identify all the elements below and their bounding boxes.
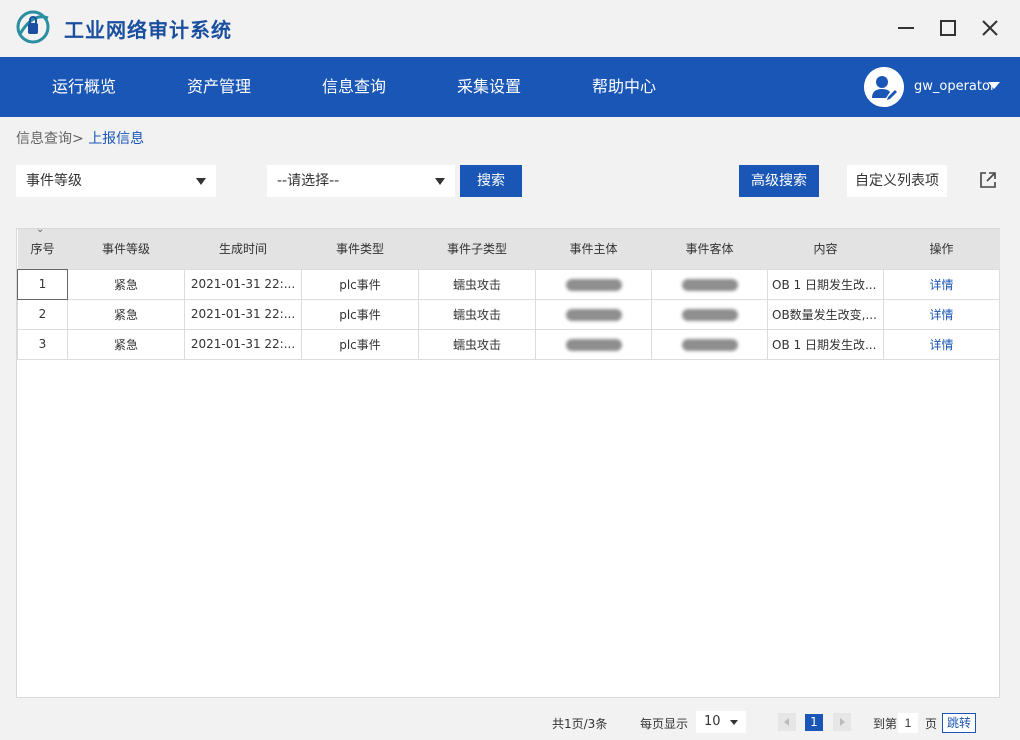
jump-button[interactable]: 跳转 bbox=[942, 713, 976, 733]
redacted-subject bbox=[565, 308, 622, 321]
redacted-subject bbox=[565, 278, 622, 291]
filter-field-select[interactable]: 事件等级 bbox=[16, 165, 216, 197]
cell-index: 2 bbox=[17, 298, 68, 330]
cell-object bbox=[651, 298, 768, 330]
chevron-down-icon bbox=[196, 178, 206, 185]
redacted-object bbox=[681, 338, 738, 351]
cell-content: OB 1 日期发生改... bbox=[767, 268, 884, 300]
main-nav: 运行概览 资产管理 信息查询 采集设置 帮助中心 gw_operator bbox=[0, 57, 1020, 117]
cell-subject bbox=[535, 298, 652, 330]
advanced-search-button[interactable]: 高级搜索 bbox=[739, 165, 819, 197]
cell-index: 3 bbox=[17, 328, 68, 360]
goto-label: 到第 bbox=[873, 717, 898, 731]
cell-action: 详情 bbox=[883, 298, 1000, 330]
current-page-button[interactable]: 1 bbox=[805, 714, 823, 731]
col-header-level[interactable]: 事件等级 bbox=[67, 229, 185, 269]
chevron-down-icon bbox=[730, 720, 738, 725]
col-header-content[interactable]: 内容 bbox=[767, 229, 884, 269]
cell-content: OB 1 日期发生改... bbox=[767, 328, 884, 360]
cell-subject bbox=[535, 328, 652, 360]
filter-value-text: --请选择-- bbox=[277, 173, 340, 189]
prev-page-button[interactable] bbox=[778, 713, 796, 731]
filter-value-select[interactable]: --请选择-- bbox=[267, 165, 455, 197]
cell-content: OB数量发生改变,... bbox=[767, 298, 884, 330]
cell-level: 紧急 bbox=[67, 268, 185, 300]
custom-columns-button[interactable]: 自定义列表项 bbox=[847, 165, 947, 197]
col-header-subject[interactable]: 事件主体 bbox=[535, 229, 652, 269]
app-logo-icon bbox=[16, 10, 50, 44]
goto-page-input[interactable] bbox=[898, 713, 918, 733]
breadcrumb-parent[interactable]: 信息查询> bbox=[16, 131, 84, 147]
user-avatar-icon[interactable] bbox=[864, 67, 904, 107]
cell-type: plc事件 bbox=[301, 328, 419, 360]
cell-subtype: 蠕虫攻击 bbox=[418, 328, 536, 360]
cell-level: 紧急 bbox=[67, 328, 185, 360]
username[interactable]: gw_operator bbox=[914, 57, 995, 117]
chevron-down-icon bbox=[435, 178, 445, 185]
col-header-type[interactable]: 事件类型 bbox=[301, 229, 419, 269]
cell-level: 紧急 bbox=[67, 298, 185, 330]
cell-index: 1 bbox=[17, 268, 68, 300]
nav-item-help[interactable]: 帮助中心 bbox=[592, 57, 656, 117]
cell-object bbox=[651, 328, 768, 360]
col-header-object[interactable]: 事件客体 bbox=[651, 229, 768, 269]
export-icon[interactable] bbox=[976, 168, 1000, 192]
cell-object bbox=[651, 268, 768, 300]
cell-action: 详情 bbox=[883, 268, 1000, 300]
chevron-down-icon[interactable] bbox=[988, 82, 1000, 89]
title-bar: 工业网络审计系统 bbox=[0, 0, 1020, 57]
nav-item-collection[interactable]: 采集设置 bbox=[457, 57, 521, 117]
table-header-row: 序号 事件等级 生成时间 事件类型 事件子类型 事件主体 事件客体 内容 操作 bbox=[17, 229, 1000, 269]
pagination-summary: 共1页/3条 bbox=[552, 717, 608, 731]
table-row[interactable]: 3 紧急 2021-01-31 22:... plc事件 蠕虫攻击 OB 1 日… bbox=[17, 328, 1000, 360]
search-button[interactable]: 搜索 bbox=[460, 165, 522, 197]
nav-item-assets[interactable]: 资产管理 bbox=[187, 57, 251, 117]
col-header-action: 操作 bbox=[883, 229, 1000, 269]
table-row[interactable]: 1 紧急 2021-01-31 22:... plc事件 蠕虫攻击 OB 1 日… bbox=[17, 268, 1000, 300]
cell-time: 2021-01-31 22:... bbox=[184, 328, 302, 360]
redacted-object bbox=[681, 308, 738, 321]
per-page-value: 10 bbox=[704, 714, 721, 729]
maximize-icon[interactable] bbox=[934, 14, 962, 42]
cell-time: 2021-01-31 22:... bbox=[184, 298, 302, 330]
breadcrumb: 信息查询> 上报信息 bbox=[16, 128, 144, 148]
per-page-label: 每页显示 bbox=[640, 717, 689, 731]
cell-subtype: 蠕虫攻击 bbox=[418, 268, 536, 300]
cell-type: plc事件 bbox=[301, 268, 419, 300]
app-title: 工业网络审计系统 bbox=[64, 18, 232, 42]
close-icon[interactable] bbox=[976, 14, 1004, 42]
page-unit-label: 页 bbox=[925, 717, 938, 731]
detail-link[interactable]: 详情 bbox=[929, 278, 953, 292]
breadcrumb-current: 上报信息 bbox=[88, 131, 145, 147]
minimize-icon[interactable] bbox=[892, 14, 920, 42]
nav-item-query[interactable]: 信息查询 bbox=[322, 57, 386, 117]
redacted-subject bbox=[565, 338, 622, 351]
sort-chevron-icon[interactable]: ⌄ bbox=[36, 224, 44, 235]
per-page-select[interactable]: 10 bbox=[696, 711, 746, 733]
detail-link[interactable]: 详情 bbox=[929, 338, 953, 352]
cell-time: 2021-01-31 22:... bbox=[184, 268, 302, 300]
cell-subject bbox=[535, 268, 652, 300]
cell-type: plc事件 bbox=[301, 298, 419, 330]
nav-item-overview[interactable]: 运行概览 bbox=[52, 57, 116, 117]
cell-action: 详情 bbox=[883, 328, 1000, 360]
cell-subtype: 蠕虫攻击 bbox=[418, 298, 536, 330]
events-table: 序号 事件等级 生成时间 事件类型 事件子类型 事件主体 事件客体 内容 操作 … bbox=[16, 228, 1000, 698]
next-page-button[interactable] bbox=[833, 713, 851, 731]
detail-link[interactable]: 详情 bbox=[929, 308, 953, 322]
redacted-object bbox=[681, 278, 738, 291]
filter-field-value: 事件等级 bbox=[26, 173, 82, 189]
col-header-subtype[interactable]: 事件子类型 bbox=[418, 229, 536, 269]
col-header-index[interactable]: 序号 bbox=[17, 229, 68, 269]
col-header-time[interactable]: 生成时间 bbox=[184, 229, 302, 269]
table-row[interactable]: 2 紧急 2021-01-31 22:... plc事件 蠕虫攻击 OB数量发生… bbox=[17, 298, 1000, 330]
